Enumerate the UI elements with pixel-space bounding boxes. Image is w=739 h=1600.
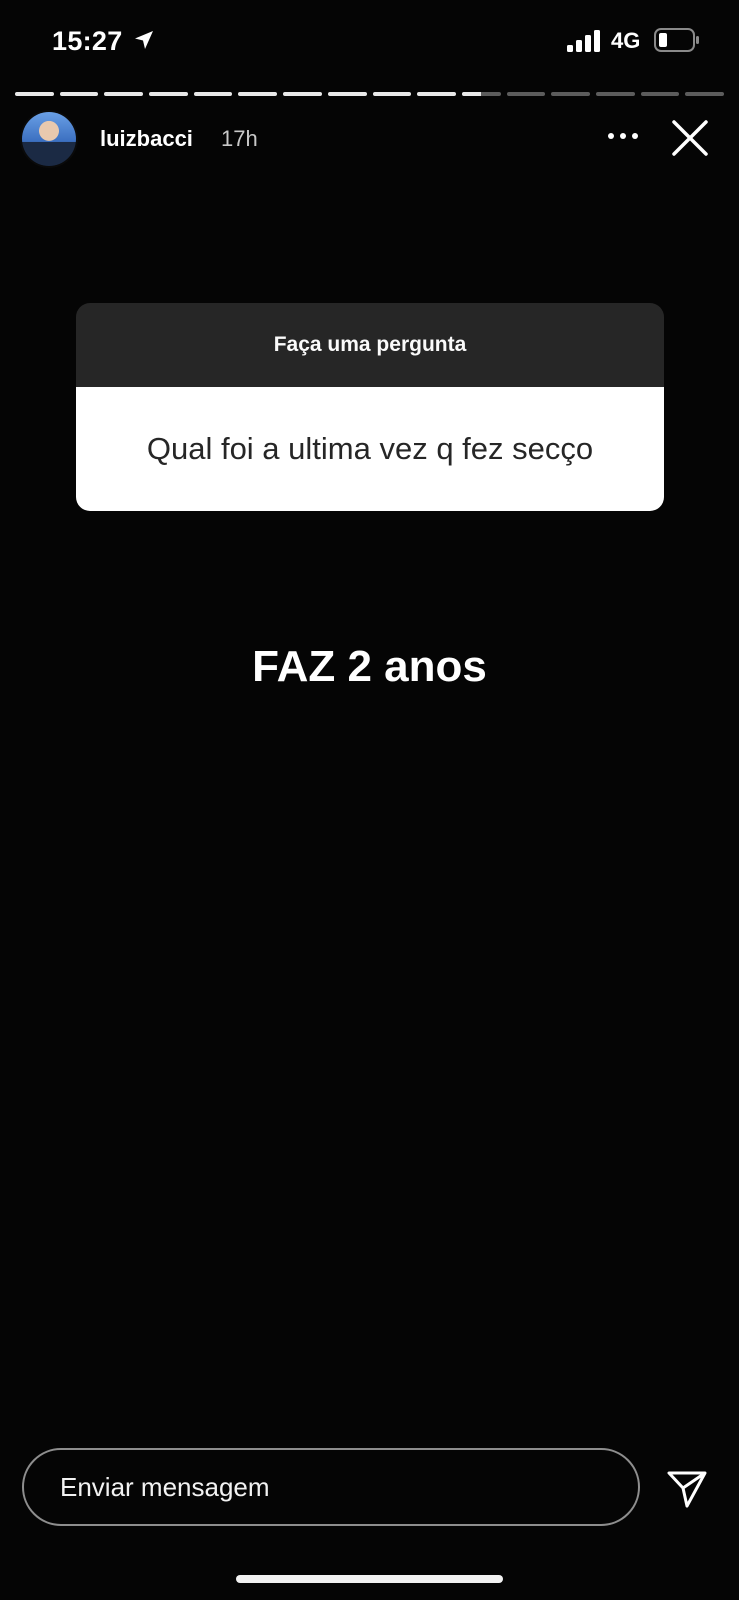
story-progress-segment [417,92,456,96]
story-progress-fill [149,92,188,96]
story-progress-fill [193,92,233,96]
status-bar: 15:27 4G [0,0,739,80]
story-progress-segment [327,92,367,96]
story-progress-fill [238,92,278,96]
story-time-ago: 17h [221,126,258,151]
location-arrow-icon [135,31,153,49]
story-progress-fill [327,92,367,96]
story-username[interactable]: luizbacci [100,126,193,152]
close-icon[interactable] [670,118,710,158]
story-progress-segment [149,92,188,96]
story-progress-fill [59,92,99,96]
battery-icon [654,28,699,52]
send-paper-plane-icon[interactable] [666,1468,708,1510]
question-sticker-header: Faça uma pergunta [76,303,664,387]
story-progress-segment [238,92,278,96]
story-progress-segment [595,92,635,96]
story-progress-segment [551,92,590,96]
story-progress-segment [59,92,99,96]
story-progress-fill [461,92,482,96]
status-time: 15:27 [52,26,123,56]
story-progress-bar [15,92,724,96]
story-progress-segment [372,92,412,96]
network-type: 4G [611,28,641,53]
more-horizontal-icon[interactable] [605,124,641,148]
question-sticker: Faça uma pergunta Qual foi a ultima vez … [76,303,664,511]
story-progress-segment [193,92,233,96]
avatar[interactable] [22,112,76,166]
story-progress-segment [685,92,724,96]
story-progress-segment [104,92,144,96]
send-message-input[interactable]: Enviar mensagem [22,1448,640,1526]
story-progress-segment [640,92,680,96]
story-progress-fill [104,92,144,96]
story-progress-segment [506,92,546,96]
story-progress-segment [461,92,501,96]
question-sticker-question: Qual foi a ultima vez q fez secço [76,387,664,511]
home-indicator[interactable] [236,1575,503,1583]
story-progress-fill [283,92,322,96]
story-progress-fill [372,92,412,96]
story-progress-fill [15,92,54,96]
story-progress-segment [283,92,322,96]
story-progress-segment [15,92,54,96]
story-progress-fill [417,92,456,96]
story-answer-text: FAZ 2 anos [252,642,487,691]
send-message-placeholder: Enviar mensagem [60,1471,270,1502]
cellular-signal-icon [567,30,600,52]
